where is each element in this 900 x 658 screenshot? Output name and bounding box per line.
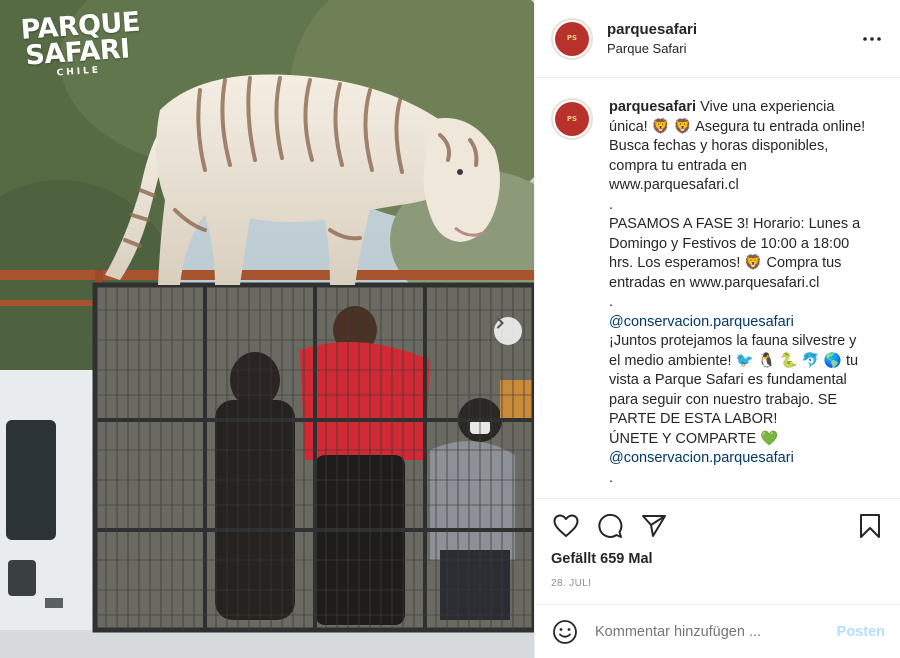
- header-names: parquesafari Parque Safari: [607, 21, 860, 56]
- caption-avatar[interactable]: PS: [551, 98, 593, 140]
- paper-plane-icon: [642, 515, 666, 537]
- header-username[interactable]: parquesafari: [607, 21, 860, 38]
- safari-photo-illustration: [0, 0, 534, 658]
- parque-safari-logo: PARQUE SAFARI CHILE: [20, 7, 141, 80]
- caption-line: .: [609, 469, 614, 486]
- caption-mention[interactable]: @conservacion.parquesafari: [609, 313, 871, 333]
- avatar[interactable]: PS: [551, 17, 593, 60]
- caption-line: parquesafari Vive una experiencia única!…: [609, 98, 871, 196]
- chevron-right-icon: [497, 317, 504, 329]
- likes-count[interactable]: Gefällt 659 Mal: [551, 551, 885, 567]
- caption-mention[interactable]: @conservacion.parquesafari: [609, 449, 871, 469]
- heart-icon: [553, 514, 579, 537]
- caption-line: PASAMOS A FASE 3! Horario: Lunes a Domin…: [609, 216, 861, 291]
- post-date[interactable]: 28. JULI: [551, 578, 885, 589]
- post-actions: Gefällt 659 Mal 28. JULI: [535, 498, 900, 589]
- caption-line: .: [609, 196, 614, 213]
- next-image-button[interactable]: [494, 317, 522, 345]
- comment-icon: [598, 513, 623, 538]
- logo-line-2: SAFARI: [24, 33, 131, 72]
- emoji-button[interactable]: [551, 618, 579, 646]
- avatar-logo: PS: [555, 21, 589, 56]
- comment-button[interactable]: [595, 511, 625, 541]
- caption-line: .: [609, 294, 614, 310]
- post-caption: parquesafari Vive una experiencia única!…: [609, 98, 871, 498]
- smiley-icon: [553, 619, 577, 644]
- caption-avatar-logo: PS: [555, 102, 589, 136]
- more-options-button[interactable]: [860, 27, 884, 51]
- post-header: PS parquesafari Parque Safari: [535, 0, 900, 78]
- action-icons: [551, 511, 885, 541]
- share-button[interactable]: [639, 511, 669, 541]
- like-button[interactable]: [551, 511, 581, 541]
- instagram-post-view: PARQUE SAFARI CHILE PS parquesafari Parq…: [0, 0, 900, 658]
- more-options-icon: [863, 36, 881, 41]
- caption-area: PS parquesafari Vive una experiencia úni…: [535, 78, 900, 498]
- comment-bar: Posten: [535, 604, 900, 658]
- caption-line: ÚNETE Y COMPARTE 💚: [609, 430, 779, 447]
- post-side-panel: PS parquesafari Parque Safari PS parques…: [534, 0, 900, 658]
- post-photo[interactable]: PARQUE SAFARI CHILE: [0, 0, 534, 658]
- header-display-name: Parque Safari: [607, 41, 687, 56]
- caption-username[interactable]: parquesafari: [609, 99, 696, 115]
- bookmark-icon: [860, 514, 880, 538]
- caption-line: ¡Juntos protejamos la fauna silvestre y …: [609, 333, 859, 427]
- save-button[interactable]: [855, 511, 885, 541]
- comment-input[interactable]: [595, 623, 837, 640]
- post-comment-button[interactable]: Posten: [837, 624, 885, 640]
